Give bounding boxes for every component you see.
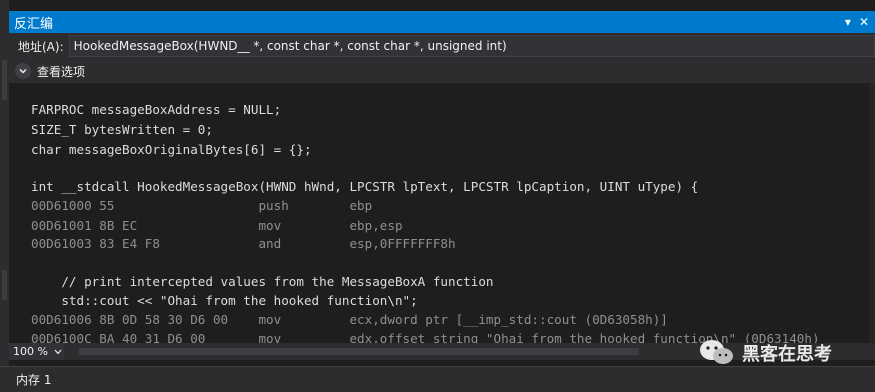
wechat-icon: [700, 340, 733, 364]
code-line: SIZE_T bytesWritten = 0;: [31, 122, 213, 137]
vertical-scrollbar[interactable]: [869, 83, 875, 343]
dropdown-icon[interactable]: ▾: [845, 15, 851, 29]
close-icon[interactable]: ✕: [859, 15, 869, 29]
zoom-select[interactable]: 100 %: [9, 343, 64, 360]
code-line: std::cout << "Ohai from the hooked funct…: [31, 293, 418, 308]
bottom-panel-tabs: 内存 1: [0, 366, 875, 392]
asm-line: 00D61001 8B EC mov ebp,esp: [31, 218, 403, 233]
address-bar: 地址(A): HookedMessageBox(HWND__ *, const …: [9, 33, 875, 59]
watermark-text: 黑客在思考: [742, 344, 832, 365]
chevron-down-icon: [54, 349, 62, 354]
gutter-mark: [2, 60, 7, 100]
code-line: char messageBoxOriginalBytes[6] = {};: [31, 142, 312, 157]
code-line: // print intercepted values from the Mes…: [31, 274, 494, 289]
chevron-down-icon[interactable]: [15, 63, 31, 79]
left-gutter: [0, 0, 9, 392]
address-label: 地址(A):: [18, 39, 64, 54]
asm-line: 00D61000 55 push ebp: [31, 198, 373, 213]
horizontal-scrollbar[interactable]: [79, 348, 639, 355]
gutter-mark: [2, 270, 7, 300]
view-options-bar: 查看选项: [9, 59, 875, 83]
watermark: 黑客在思考: [698, 338, 832, 368]
disassembly-code-view[interactable]: FARPROC messageBoxAddress = NULL; SIZE_T…: [9, 83, 875, 343]
code-line: FARPROC messageBoxAddress = NULL;: [31, 102, 282, 117]
address-input[interactable]: HookedMessageBox(HWND__ *, const char *,…: [68, 35, 875, 57]
code-line: int __stdcall HookedMessageBox(HWND hWnd…: [31, 179, 699, 194]
asm-line: 00D61006 8B 0D 58 30 D6 00 mov ecx,dword…: [31, 312, 668, 327]
view-options-label[interactable]: 查看选项: [37, 63, 85, 80]
tab-memory-1[interactable]: 内存 1: [16, 371, 51, 388]
disassembly-title-bar: 反汇编 ▾ ✕: [9, 11, 875, 33]
asm-line: 00D61003 83 E4 F8 and esp,0FFFFFFF8h: [31, 236, 456, 251]
window-title: 反汇编: [14, 16, 54, 32]
zoom-value: 100 %: [13, 345, 48, 358]
